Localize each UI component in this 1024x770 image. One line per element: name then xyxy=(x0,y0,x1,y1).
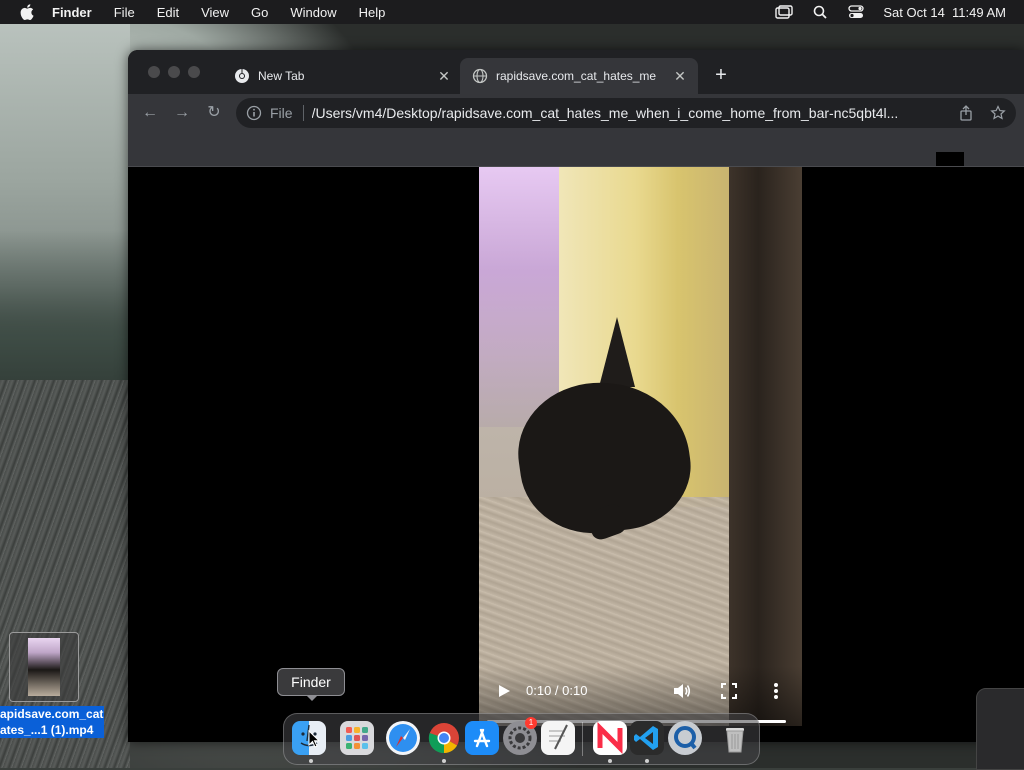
control-center-icon[interactable] xyxy=(847,5,865,19)
tab-video[interactable]: rapidsave.com_cat_hates_me ✕ xyxy=(460,58,698,94)
globe-icon xyxy=(472,68,488,84)
mouse-cursor-icon xyxy=(308,730,320,748)
side-panel-edge xyxy=(976,688,1024,770)
page-content: 0:10 / 0:10 xyxy=(128,152,1024,742)
fullscreen-icon[interactable] xyxy=(721,683,737,699)
black-overlay-square xyxy=(936,152,964,166)
omnibox-divider xyxy=(302,105,304,121)
safari-icon[interactable] xyxy=(386,721,420,755)
video-frame-door xyxy=(729,167,802,726)
chrome-icon[interactable] xyxy=(427,721,461,755)
vscode-icon[interactable] xyxy=(630,721,664,755)
menu-file[interactable]: File xyxy=(114,5,135,20)
video-player[interactable]: 0:10 / 0:10 xyxy=(479,167,802,726)
tab-title: New Tab xyxy=(258,69,305,83)
chrome-icon xyxy=(235,69,249,83)
video-frame-cat-ear xyxy=(599,317,635,387)
tab-title: rapidsave.com_cat_hates_me xyxy=(496,69,657,83)
notification-badge: 1 xyxy=(525,717,537,729)
info-icon[interactable] xyxy=(246,105,262,121)
back-arrow-icon[interactable]: ← xyxy=(140,103,160,123)
url-scheme-label: File xyxy=(270,105,293,121)
quicktime-icon[interactable] xyxy=(668,721,702,755)
new-tab-button[interactable]: + xyxy=(710,64,732,86)
video-thumbnail-image xyxy=(28,638,60,696)
menu-help[interactable]: Help xyxy=(359,5,386,20)
file-name-label: apidsave.com_cat ates_...1 (1).mp4 xyxy=(0,706,104,738)
menu-view[interactable]: View xyxy=(201,5,229,20)
forward-arrow-icon[interactable]: → xyxy=(172,103,192,123)
volume-icon[interactable] xyxy=(673,683,691,699)
address-bar[interactable]: File /Users/vm4/Desktop/rapidsave.com_ca… xyxy=(236,98,1016,128)
reload-icon[interactable]: ↻ xyxy=(204,103,224,123)
close-window-button[interactable] xyxy=(148,66,160,78)
menu-go[interactable]: Go xyxy=(251,5,268,20)
zoom-window-button[interactable] xyxy=(188,66,200,78)
running-indicator xyxy=(309,759,313,763)
menu-app-name[interactable]: Finder xyxy=(52,5,92,20)
textedit-icon[interactable] xyxy=(541,721,575,755)
close-tab-icon[interactable]: ✕ xyxy=(436,68,452,84)
running-indicator xyxy=(442,759,446,763)
launchpad-icon[interactable] xyxy=(340,721,374,755)
bookmarks-bar xyxy=(128,132,1024,167)
bookmark-star-icon[interactable] xyxy=(990,105,1006,121)
search-icon[interactable] xyxy=(811,5,829,19)
tab-new-tab[interactable]: New Tab ✕ xyxy=(222,58,462,94)
dock-separator xyxy=(582,722,583,756)
menubar-clock[interactable]: Sat Oct 14 11:49 AM xyxy=(883,5,1006,20)
menu-edit[interactable]: Edit xyxy=(157,5,179,20)
app-store-icon[interactable] xyxy=(465,721,499,755)
more-options-icon[interactable] xyxy=(773,682,779,700)
chrome-window: New Tab ✕ rapidsave.com_cat_hates_me ✕ +… xyxy=(128,50,1024,742)
news-icon[interactable] xyxy=(593,721,627,755)
dock-tooltip: Finder xyxy=(277,668,345,701)
file-thumbnail xyxy=(9,632,79,702)
share-icon[interactable] xyxy=(958,105,974,121)
menu-bar: Finder File Edit View Go Window Help Sat… xyxy=(0,0,1024,24)
apple-icon[interactable] xyxy=(20,4,34,20)
close-tab-icon[interactable]: ✕ xyxy=(672,68,688,84)
minimize-window-button[interactable] xyxy=(168,66,180,78)
screen-mirror-icon[interactable] xyxy=(775,5,794,19)
running-indicator xyxy=(645,759,649,763)
browser-toolbar: ← → ↻ File /Users/vm4/Desktop/rapidsave.… xyxy=(128,94,1024,132)
video-time: 0:10 / 0:10 xyxy=(526,683,588,698)
menu-window[interactable]: Window xyxy=(290,5,336,20)
system-settings-icon[interactable]: 1 xyxy=(503,717,537,755)
tab-strip: New Tab ✕ rapidsave.com_cat_hates_me ✕ + xyxy=(128,50,1024,94)
play-icon[interactable] xyxy=(497,684,511,698)
url-text[interactable]: /Users/vm4/Desktop/rapidsave.com_cat_hat… xyxy=(312,105,942,121)
trash-icon[interactable] xyxy=(718,721,752,755)
running-indicator xyxy=(608,759,612,763)
dock: 1 xyxy=(283,713,760,765)
